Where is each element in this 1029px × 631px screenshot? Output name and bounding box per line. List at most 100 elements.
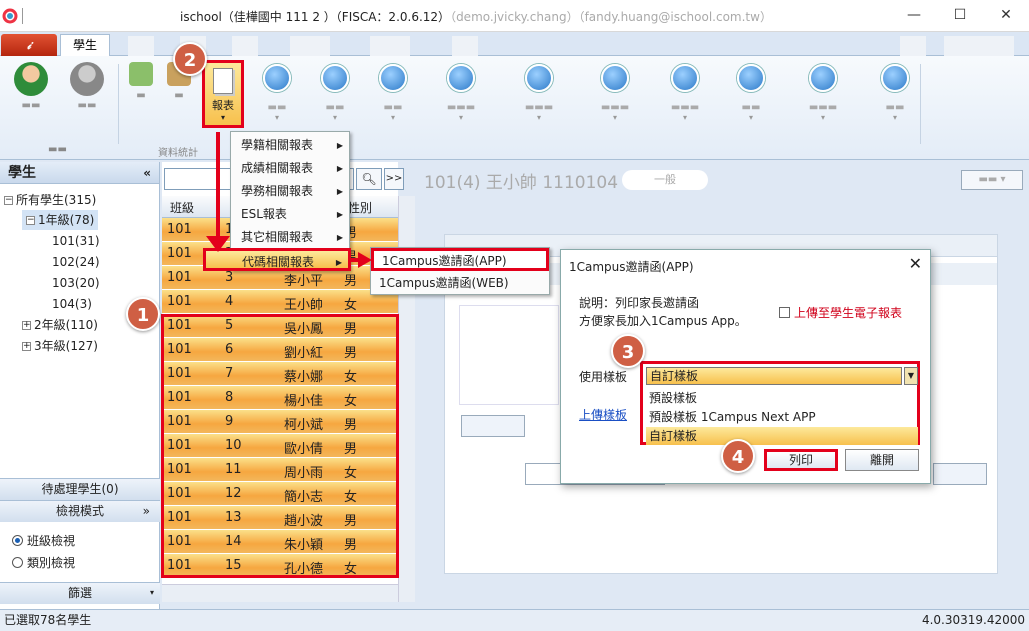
tab-blurred-6[interactable] [452, 36, 478, 56]
close-window-button[interactable]: ✕ [983, 0, 1029, 32]
submenu-item-1campus-app[interactable]: 1Campus邀請函(APP) [371, 248, 549, 271]
ribbon-button-blurred-7[interactable]: ▬▬▬ ▾ [656, 60, 714, 140]
blue-circle-icon [321, 64, 349, 92]
ribbon-button-export[interactable]: ▬ [124, 62, 158, 128]
report-menu: 學籍相關報表 ▶ 成績相關報表 ▶ 學務相關報表 ▶ ESL報表 ▶ 其它相關報表 ▶ 代… [203, 131, 351, 271]
template-option-custom[interactable]: 自訂樣板 [646, 427, 918, 445]
collapse-icon[interactable]: − [4, 196, 13, 205]
menu-item-esl-reports[interactable]: ESL報表 ▶ [231, 203, 349, 226]
menu-item-registration-reports[interactable]: 學籍相關報表 ▶ [231, 134, 349, 157]
radio-type-view[interactable]: 類別檢視 [12, 554, 75, 571]
chevron-down-icon: ▾ [220, 113, 225, 122]
cell-name: 王小帥 [284, 298, 324, 313]
ribbon-button-blurred-5[interactable]: ▬▬▬ ▾ [510, 60, 568, 140]
menu-item-other-reports[interactable]: 其它相關報表 ▶ [231, 226, 349, 249]
blue-circle-icon [671, 64, 699, 92]
maximize-button[interactable]: ☐ [937, 0, 983, 32]
detail-button-blurred[interactable] [461, 415, 525, 437]
ribbon-button-blurred-1[interactable]: ▬▬ ▾ [248, 60, 306, 140]
collapse-icon[interactable]: − [26, 216, 35, 225]
student-detail-header: 101(4) 王小帥 1110104 [424, 173, 619, 193]
chevron-right-icon: ▶ [335, 258, 342, 267]
tree-node-grade3[interactable]: +3年級(127) [22, 336, 98, 356]
collapse-icon[interactable]: « [143, 162, 151, 184]
expand-icon[interactable]: + [22, 321, 31, 330]
report-button-label: 報表 [212, 99, 234, 112]
search-icon[interactable]: 🔍︎ [356, 168, 382, 190]
tree-node-class-101[interactable]: 101(31) [52, 231, 100, 251]
detail-button-blurred-2[interactable] [933, 463, 987, 485]
upload-template-link[interactable]: 上傳樣板 [579, 406, 627, 423]
tab-student[interactable]: 學生 [60, 34, 110, 57]
chevron-right-icon: ▶ [336, 164, 343, 173]
ribbon-button-blurred-8[interactable]: ▬▬ ▾ [722, 60, 780, 140]
expand-icon[interactable]: + [22, 342, 31, 351]
report-button[interactable]: 報表 ▾ [202, 60, 244, 128]
tree-node-class-103[interactable]: 103(20) [52, 273, 100, 293]
radio-selected-icon [12, 535, 23, 546]
tree-node-grade1[interactable]: −1年級(78) [22, 210, 99, 230]
window-title: ischool（佳樺國中 111 2 ）（FISCA：2.0.6.12）（dem… [180, 10, 772, 24]
radio-class-view[interactable]: 班級檢視 [12, 532, 75, 549]
tree-node-grade2[interactable]: +2年級(110) [22, 315, 98, 335]
pending-students-button[interactable]: 待處理學生(0) [0, 478, 160, 500]
ribbon-button-blurred-3[interactable]: ▬▬ ▾ [364, 60, 422, 140]
export-icon [129, 62, 153, 86]
grid-horizontal-scrollbar[interactable] [162, 584, 398, 602]
user-add-icon [14, 62, 48, 96]
upload-to-report-checkbox[interactable]: 上傳至學生電子報表 [779, 304, 902, 321]
blue-circle-icon [263, 64, 291, 92]
annotation-badge-1: 1 [126, 297, 160, 331]
ribbon-button-blurred-9[interactable]: ▬▬▬ ▾ [794, 60, 852, 140]
ribbon-button-blurred-6[interactable]: ▬▬▬ ▾ [586, 60, 644, 140]
app-logo-icon [2, 8, 18, 24]
tree-node-class-102[interactable]: 102(24) [52, 252, 100, 272]
column-header-class[interactable]: 班級 [170, 199, 194, 216]
filter-button[interactable]: 篩選 ▾ [0, 582, 160, 604]
ribbon-button-add-student[interactable]: ▬▬ [8, 62, 54, 128]
ribbon-button-blurred-2[interactable]: ▬▬ ▾ [306, 60, 364, 140]
close-icon[interactable]: ✕ [909, 254, 922, 273]
chevron-down-icon[interactable]: ▼ [904, 367, 918, 385]
tab-blurred-1[interactable] [128, 36, 154, 56]
submenu-item-1campus-web[interactable]: 1Campus邀請函(WEB) [371, 273, 549, 296]
ribbon: ▬▬ ▬▬ ▬▬ ▬ ▬ 資料統計 ▬▬ ▾ ▬▬ ▾ ▬▬ ▾ ▬▬▬ ▾ ▬▬▬ ▾ … [0, 56, 1029, 160]
tree-node-class-104[interactable]: 104(3) [52, 294, 92, 314]
tab-blurred-right-1[interactable] [900, 36, 926, 56]
ribbon-button-delete-student[interactable]: ▬▬ [64, 62, 110, 128]
menu-item-affairs-reports[interactable]: 學務相關報表 ▶ [231, 180, 349, 203]
template-option-default[interactable]: 預設樣板 [646, 389, 918, 407]
ribbon-separator [920, 64, 921, 144]
ribbon-button-blurred-10[interactable]: ▬▬ ▾ [866, 60, 924, 140]
menu-item-score-reports[interactable]: 成績相關報表 ▶ [231, 157, 349, 180]
report-document-icon [213, 68, 233, 94]
template-option-next-app[interactable]: 預設樣板 1Campus Next APP [646, 408, 918, 426]
chevron-down-icon: ▾ [149, 588, 154, 597]
chevron-right-icon: ▶ [336, 141, 343, 150]
ribbon-button-blurred-4[interactable]: ▬▬▬ ▾ [432, 60, 490, 140]
tree-node-all[interactable]: − 所有學生(315) [4, 190, 96, 210]
column-header-gender[interactable]: 性別 [348, 199, 372, 216]
tab-blurred-4[interactable] [290, 36, 330, 56]
status-version: 4.0.30319.42000 [921, 613, 1025, 627]
view-mode-header[interactable]: 檢視模式» [0, 500, 160, 522]
radio-unselected-icon [12, 557, 23, 568]
table-row[interactable]: 101 4 王小帥 女 [162, 290, 398, 314]
detail-dropdown-blurred[interactable]: ▬▬ ▾ [961, 170, 1023, 190]
minimize-button[interactable]: — [891, 0, 937, 32]
ribbon-group-name-blurred: ▬▬ [48, 144, 67, 155]
cell-seat: 3 [225, 270, 234, 285]
title-bar: ischool（佳樺國中 111 2 ）（FISCA：2.0.6.12）（dem… [0, 0, 1029, 32]
tab-blurred-5[interactable] [370, 36, 410, 56]
close-button[interactable]: 離開 [845, 449, 919, 471]
tab-blurred-3[interactable] [232, 36, 258, 56]
blue-circle-icon [447, 64, 475, 92]
title-separator [22, 8, 23, 24]
tab-blurred-right-2[interactable] [944, 36, 1014, 56]
app-menu-button[interactable]: 𝒾 [1, 34, 57, 56]
expand-search-icon[interactable]: >> [384, 168, 404, 190]
cell-class: 101 [167, 222, 192, 237]
nav-header: 學生 « [0, 162, 159, 184]
print-button[interactable]: 列印 [764, 449, 838, 471]
template-select[interactable]: 自訂樣板 [646, 367, 902, 385]
